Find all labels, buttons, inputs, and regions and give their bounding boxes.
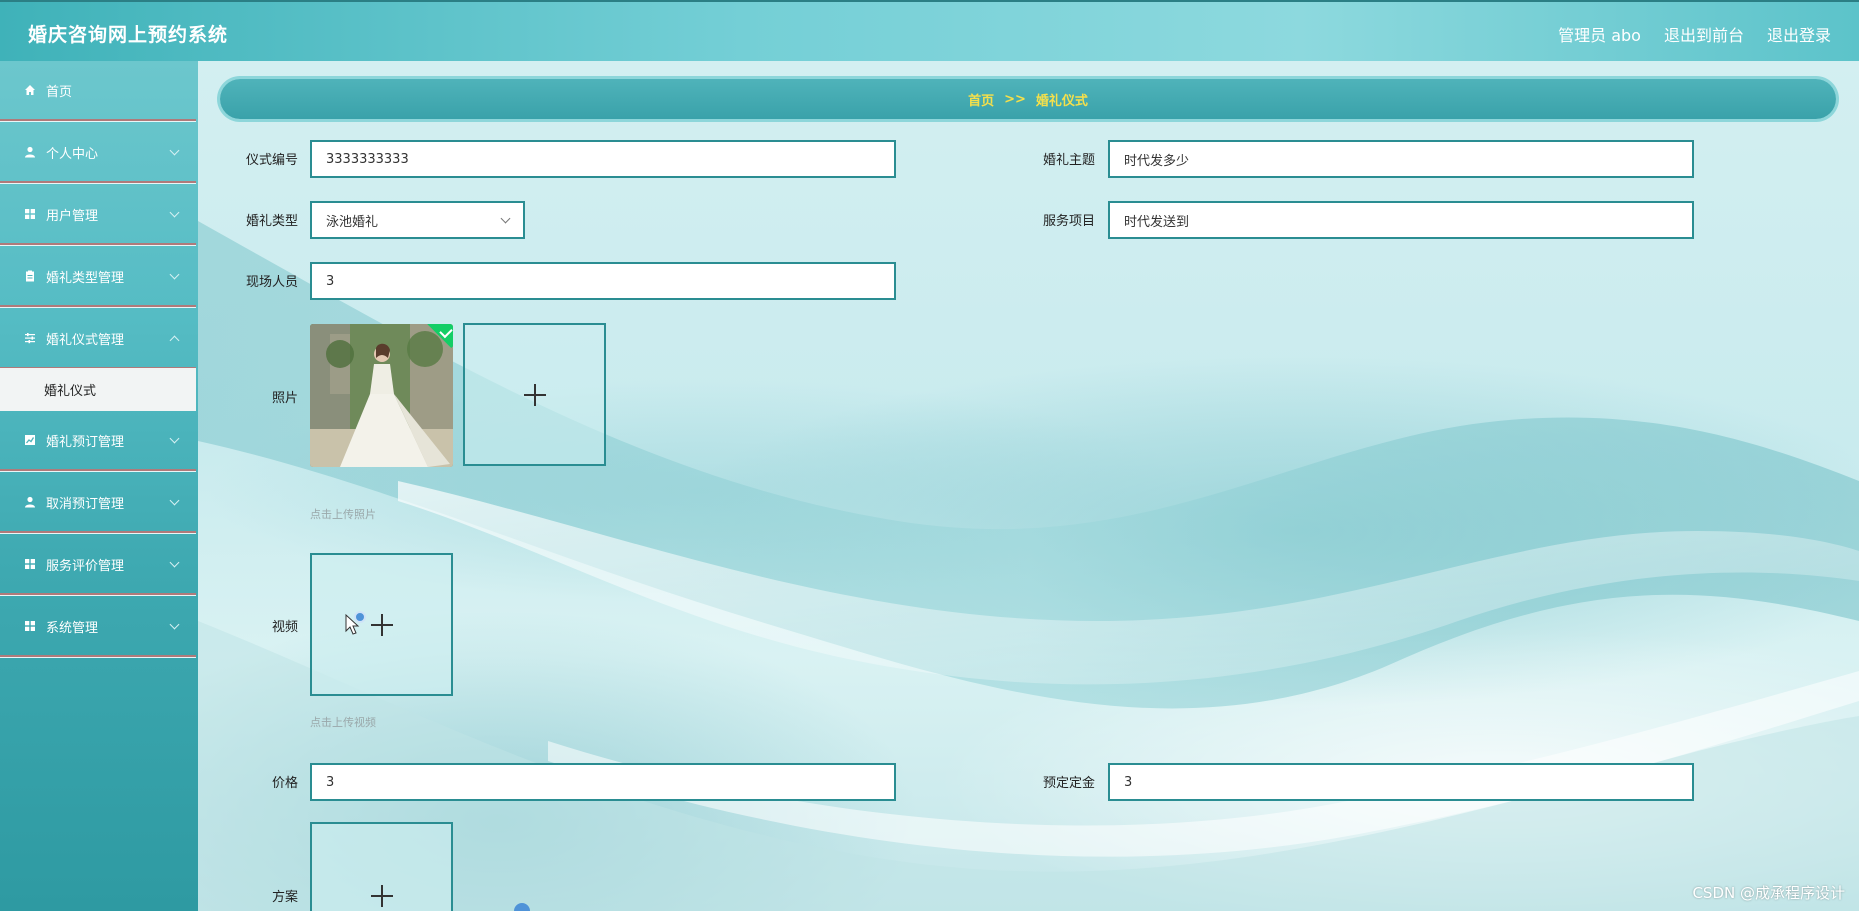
video-upload-button[interactable] <box>310 553 453 696</box>
grid-icon <box>23 207 37 221</box>
plus-icon <box>370 613 393 636</box>
chevron-down-icon <box>169 145 180 156</box>
chevron-up-icon <box>169 335 180 346</box>
header-actions: 管理员 abo 退出到前台 退出登录 <box>1558 22 1831 46</box>
wedding-type-label: 婚礼类型 <box>245 214 298 229</box>
breadcrumb-separator: >> <box>1004 91 1026 107</box>
ceremony-no-label: 仪式编号 <box>245 153 298 168</box>
deposit-input[interactable] <box>1108 763 1694 801</box>
sidebar-item-label: 婚礼仪式管理 <box>46 332 125 348</box>
video-upload-hint: 点击上传视频 <box>310 716 376 729</box>
sidebar-item-wedding-ceremony-management[interactable]: 婚礼仪式管理 <box>0 309 196 369</box>
sidebar-item-user-management[interactable]: 用户管理 <box>0 185 196 245</box>
sidebar-item-label: 用户管理 <box>46 208 99 224</box>
plan-upload-button[interactable] <box>310 822 453 911</box>
wedding-type-select[interactable]: 泳池婚礼 <box>310 201 525 239</box>
admin-user-label: 管理员 abo <box>1558 26 1641 45</box>
user-icon <box>23 495 37 509</box>
sliders-icon <box>23 331 37 345</box>
theme-input[interactable] <box>1108 140 1694 178</box>
staff-input[interactable] <box>310 262 896 300</box>
grid-icon <box>23 557 37 571</box>
sidebar-subitem-wedding-ceremony[interactable]: 婚礼仪式 <box>0 368 196 411</box>
price-label: 价格 <box>271 776 298 791</box>
staff-label: 现场人员 <box>245 275 298 290</box>
chart-icon <box>23 433 37 447</box>
photo-upload-hint: 点击上传照片 <box>310 508 376 521</box>
chevron-down-icon <box>169 557 180 568</box>
sidebar-item-wedding-type-management[interactable]: 婚礼类型管理 <box>0 247 196 307</box>
price-input[interactable] <box>310 763 896 801</box>
chevron-down-icon <box>169 495 180 506</box>
sidebar-item-label: 系统管理 <box>46 620 99 636</box>
sidebar-item-system-management[interactable]: 系统管理 <box>0 597 196 657</box>
sidebar-item-label: 婚礼类型管理 <box>46 270 125 286</box>
theme-label: 婚礼主题 <box>1042 153 1095 168</box>
photo-label: 照片 <box>271 391 298 406</box>
chevron-down-icon <box>169 619 180 630</box>
wedding-type-selected-value: 泳池婚礼 <box>326 214 379 230</box>
grid-icon <box>23 619 37 633</box>
main-content: 首页 >> 婚礼仪式 仪式编号 婚礼主题 婚礼类型 泳池婚礼 服务项目 现场人员… <box>198 61 1859 911</box>
sidebar-item-home[interactable]: 首页 <box>0 61 196 121</box>
deposit-label: 预定定金 <box>1042 776 1095 791</box>
logout-link[interactable]: 退出登录 <box>1767 22 1831 46</box>
sidebar-item-booking-management[interactable]: 婚礼预订管理 <box>0 411 196 471</box>
plus-icon <box>370 885 393 907</box>
sidebar-item-label: 个人中心 <box>46 146 99 162</box>
plan-label: 方案 <box>271 890 298 905</box>
service-input[interactable] <box>1108 201 1694 239</box>
chevron-down-icon <box>500 213 511 224</box>
ceremony-no-input[interactable] <box>310 140 896 178</box>
home-icon <box>23 83 37 97</box>
uploaded-photo-thumbnail[interactable] <box>310 324 453 467</box>
breadcrumb: 首页 >> 婚礼仪式 <box>220 79 1836 119</box>
service-label: 服务项目 <box>1042 214 1095 229</box>
bride-photo-image <box>310 324 453 467</box>
app-title: 婚庆咨询网上预约系统 <box>28 24 229 46</box>
sidebar: 首页 个人中心 用户管理 婚礼类型管理 婚礼仪式管理 婚礼仪式 婚礼预订管理 取… <box>0 61 198 911</box>
chevron-down-icon <box>169 269 180 280</box>
sidebar-item-cancel-booking-management[interactable]: 取消预订管理 <box>0 473 196 533</box>
sidebar-item-label: 取消预订管理 <box>46 496 125 512</box>
breadcrumb-current: 婚礼仪式 <box>1035 93 1088 109</box>
chevron-down-icon <box>169 433 180 444</box>
breadcrumb-home-link[interactable]: 首页 <box>968 90 994 109</box>
mouse-cursor-icon <box>345 611 366 635</box>
sidebar-item-label: 首页 <box>46 84 73 100</box>
sidebar-item-service-review-management[interactable]: 服务评价管理 <box>0 535 196 595</box>
top-bar: 婚庆咨询网上预约系统 管理员 abo 退出到前台 退出登录 <box>0 0 1859 61</box>
clipboard-icon <box>23 269 37 283</box>
sidebar-item-label: 服务评价管理 <box>46 558 125 574</box>
sidebar-item-personal-center[interactable]: 个人中心 <box>0 123 196 183</box>
video-label: 视频 <box>271 620 298 635</box>
watermark-text: CSDN @成承程序设计 <box>1692 884 1845 902</box>
plus-icon <box>523 383 546 406</box>
sidebar-item-label: 婚礼预订管理 <box>46 434 125 450</box>
back-to-front-link[interactable]: 退出到前台 <box>1664 22 1744 46</box>
chevron-down-icon <box>169 207 180 218</box>
user-icon <box>23 145 37 159</box>
photo-upload-button[interactable] <box>463 323 606 466</box>
